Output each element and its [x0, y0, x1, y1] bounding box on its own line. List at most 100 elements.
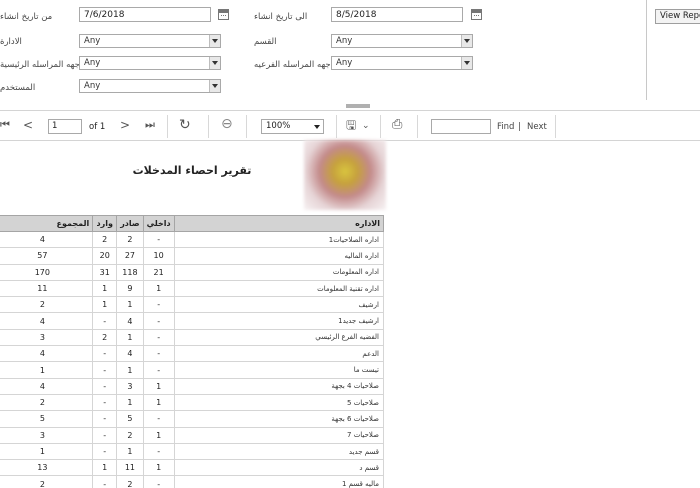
table-row: 4-3 1 صلاحيات 4 بجهة	[0, 378, 385, 395]
sub-correspondent-value: Any	[336, 58, 353, 68]
cell-outgoing: 2	[116, 475, 144, 488]
to-date-input[interactable]: 8/5/2018	[331, 7, 463, 22]
cell-department: قسم جديد	[174, 443, 385, 461]
cell-internal: -	[143, 312, 175, 330]
cell-internal: -	[143, 345, 175, 363]
cell-outgoing: 4	[116, 312, 144, 330]
zoom-select[interactable]: 100%	[261, 119, 324, 134]
cell-incoming: -	[92, 361, 118, 379]
cell-total: 3	[0, 427, 94, 444]
cell-total: 2	[0, 475, 94, 488]
cell-incoming: -	[92, 345, 118, 363]
main-correspondent-label: جهه المراسله الرئيسية	[0, 60, 80, 70]
cell-outgoing: 1	[116, 296, 144, 314]
params-collapse-handle[interactable]	[346, 104, 370, 108]
header-department: الاداره	[173, 215, 385, 232]
view-report-button[interactable]: View Report	[655, 9, 700, 24]
header-total: المجموع	[0, 215, 94, 232]
admin-select[interactable]: Any	[79, 34, 221, 48]
find-separator: |	[518, 122, 521, 132]
header-outgoing: صادر	[116, 215, 144, 232]
cell-outgoing: 2	[116, 231, 144, 249]
table-row: 2-2- ماليه قسم 1	[0, 475, 385, 488]
cell-incoming: -	[92, 427, 118, 444]
cell-total: 170	[0, 264, 94, 281]
cell-department: الفضيه الفرع الرئيسي	[174, 329, 385, 347]
sub-correspondent-select[interactable]: Any	[331, 56, 473, 70]
from-date-input[interactable]: 7/6/2018	[79, 7, 211, 22]
cell-incoming: -	[92, 410, 118, 428]
cell-total: 11	[0, 280, 94, 298]
cell-outgoing: 1	[116, 443, 144, 461]
find-input[interactable]	[431, 119, 491, 134]
cell-internal: -	[143, 443, 175, 461]
chevron-down-icon	[461, 57, 472, 69]
section-select[interactable]: Any	[331, 34, 473, 48]
toolbar-separator	[167, 115, 168, 138]
user-select-value: Any	[84, 81, 101, 91]
main-correspondent-value: Any	[84, 58, 101, 68]
cell-incoming: -	[92, 312, 118, 330]
chevron-down-icon	[209, 80, 220, 92]
chevron-down-icon[interactable]: ⌄	[362, 119, 370, 133]
cell-department: اداره المعلومات	[174, 264, 385, 281]
cell-department: صلاحيات 6 بجهة	[174, 410, 385, 428]
cell-total: 1	[0, 443, 94, 461]
refresh-icon[interactable]: ↻	[179, 118, 191, 132]
cell-total: 4	[0, 378, 94, 395]
params-divider	[646, 0, 647, 100]
section-select-value: Any	[336, 36, 353, 46]
header-internal: داخلي	[142, 215, 175, 232]
table-row: 5-5- صلاحيات 6 بجهة	[0, 410, 385, 428]
main-correspondent-select[interactable]: Any	[79, 56, 221, 70]
next-link[interactable]: Next	[527, 122, 547, 132]
table-row: 4-4- ارشيف جديد1	[0, 312, 385, 330]
find-link[interactable]: Find	[497, 122, 514, 132]
from-date-label: من تاريخ انشاء	[0, 12, 53, 22]
cell-internal: 1	[143, 378, 175, 395]
cell-incoming: 20	[92, 247, 118, 265]
cell-department: تيست ما	[174, 361, 385, 379]
last-page-icon[interactable]: ⏭	[145, 118, 155, 132]
cell-outgoing: 1	[116, 361, 144, 379]
cell-outgoing: 1	[116, 394, 144, 412]
cell-outgoing: 3	[116, 378, 144, 395]
report-parameters-panel: من تاريخ انشاء 7/6/2018 الى تاريخ انشاء …	[0, 0, 700, 100]
first-page-icon[interactable]: ⏮	[0, 118, 10, 132]
cell-outgoing: 118	[116, 264, 144, 281]
cell-incoming: -	[92, 443, 118, 461]
user-label: المستخدم	[0, 83, 36, 93]
cell-incoming: 1	[92, 296, 118, 314]
header-incoming: وارد	[92, 215, 118, 232]
toolbar-separator	[380, 115, 381, 138]
cell-outgoing: 4	[116, 345, 144, 363]
cell-total: 3	[0, 329, 94, 347]
chevron-down-icon	[209, 57, 220, 69]
table-row: 4 2 2- اداره الصلاحيات1	[0, 231, 385, 249]
print-icon[interactable]: ⎙	[392, 118, 402, 132]
table-row: 57 20 27 10 اداره الماليه	[0, 247, 385, 265]
cell-outgoing: 5	[116, 410, 144, 428]
cell-department: صلاحيات 7	[174, 427, 385, 444]
user-select[interactable]: Any	[79, 79, 221, 93]
cell-total: 2	[0, 394, 94, 412]
cell-outgoing: 1	[116, 329, 144, 347]
table-row: 3-2 1 صلاحيات 7	[0, 427, 385, 444]
chevron-down-icon	[209, 35, 220, 47]
save-icon[interactable]: 🖫	[346, 118, 356, 132]
calendar-icon[interactable]	[218, 9, 229, 20]
cell-department: قسم د	[174, 459, 385, 477]
cell-incoming: 1	[92, 280, 118, 298]
previous-page-icon[interactable]: <	[23, 118, 33, 132]
next-page-icon[interactable]: >	[120, 118, 130, 132]
table-row: 1-1- قسم جديد	[0, 443, 385, 461]
table-row: 170 31 118 21 اداره المعلومات	[0, 264, 385, 281]
table-header-row: المجموع وارد صادر داخلي الاداره	[0, 215, 385, 232]
page-number-input[interactable]: 1	[48, 119, 82, 134]
cell-internal: -	[143, 475, 175, 488]
back-icon[interactable]: ⊖	[221, 117, 233, 131]
cell-internal: 1	[143, 394, 175, 412]
calendar-icon[interactable]	[471, 9, 482, 20]
table-row: 1-1- تيست ما	[0, 361, 385, 379]
report-title: تقرير احصاء المدخلات	[132, 164, 252, 177]
